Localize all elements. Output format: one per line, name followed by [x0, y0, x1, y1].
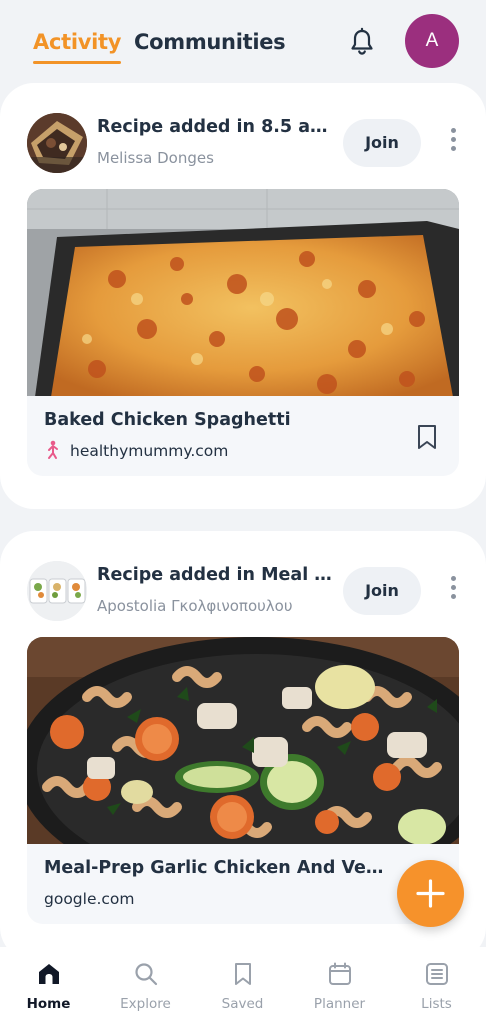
- nav-planner[interactable]: Planner: [291, 947, 388, 1023]
- list-icon: [426, 963, 448, 985]
- avatar[interactable]: A: [405, 14, 459, 68]
- top-header: Activity Communities A: [0, 0, 486, 84]
- nav-label-explore: Explore: [120, 996, 171, 1012]
- calendar-icon: [329, 962, 351, 985]
- nav-lists[interactable]: Lists: [388, 947, 485, 1023]
- more-options-icon[interactable]: [443, 128, 463, 158]
- recipe-photo[interactable]: [27, 189, 459, 397]
- recipe-source[interactable]: healthymummy.com: [70, 442, 228, 460]
- figure-icon: [46, 440, 60, 460]
- nav-saved[interactable]: Saved: [194, 947, 291, 1023]
- recipe-name[interactable]: Meal-Prep Garlic Chicken And Veg...: [44, 858, 394, 878]
- nav-label-planner: Planner: [313, 996, 366, 1012]
- nav-home[interactable]: Home: [0, 947, 97, 1023]
- community-name[interactable]: 8.5 an...: [261, 117, 335, 137]
- home-icon: [39, 964, 59, 984]
- recipe-info[interactable]: Meal-Prep Garlic Chicken And Veg... goog…: [27, 844, 459, 924]
- join-button[interactable]: Join: [343, 567, 421, 615]
- nav-explore[interactable]: Explore: [97, 947, 194, 1023]
- activity-title: Recipe added in 8.5 an...: [97, 117, 335, 137]
- recipe-name[interactable]: Baked Chicken Spaghetti: [44, 410, 394, 430]
- activity-title-prefix: Recipe added in: [97, 117, 262, 137]
- recipe-photo[interactable]: [27, 637, 459, 845]
- add-button[interactable]: [397, 860, 464, 927]
- activity-title: Recipe added in Meal P...: [97, 565, 335, 585]
- community-name[interactable]: Meal P...: [261, 565, 335, 585]
- feed-card: Recipe added in 8.5 an... Melissa Donges…: [0, 83, 486, 509]
- bell-icon[interactable]: [346, 26, 378, 58]
- join-button[interactable]: Join: [343, 119, 421, 167]
- recipe-info[interactable]: Baked Chicken Spaghetti healthymummy.com: [27, 396, 459, 476]
- tab-activity[interactable]: Activity: [33, 30, 121, 64]
- recipe-source[interactable]: google.com: [44, 890, 135, 908]
- more-options-icon[interactable]: [443, 576, 463, 606]
- nav-label-lists: Lists: [421, 996, 452, 1012]
- tab-communities[interactable]: Communities: [134, 30, 286, 54]
- plus-icon: [416, 879, 445, 908]
- community-thumbnail[interactable]: [27, 113, 87, 173]
- user-name[interactable]: Melissa Donges: [97, 149, 214, 167]
- nav-label-saved: Saved: [221, 996, 264, 1012]
- activity-title-prefix: Recipe added in: [97, 565, 262, 585]
- bookmark-icon[interactable]: [415, 423, 439, 451]
- user-name[interactable]: Apostolia Γκολφινοπουλου: [97, 597, 293, 615]
- bottom-nav: Home Explore Saved Planner Lists: [0, 947, 486, 1023]
- bookmark-icon: [235, 963, 251, 985]
- community-thumbnail[interactable]: [27, 561, 87, 621]
- search-icon: [135, 963, 158, 986]
- nav-label-home: Home: [26, 996, 71, 1012]
